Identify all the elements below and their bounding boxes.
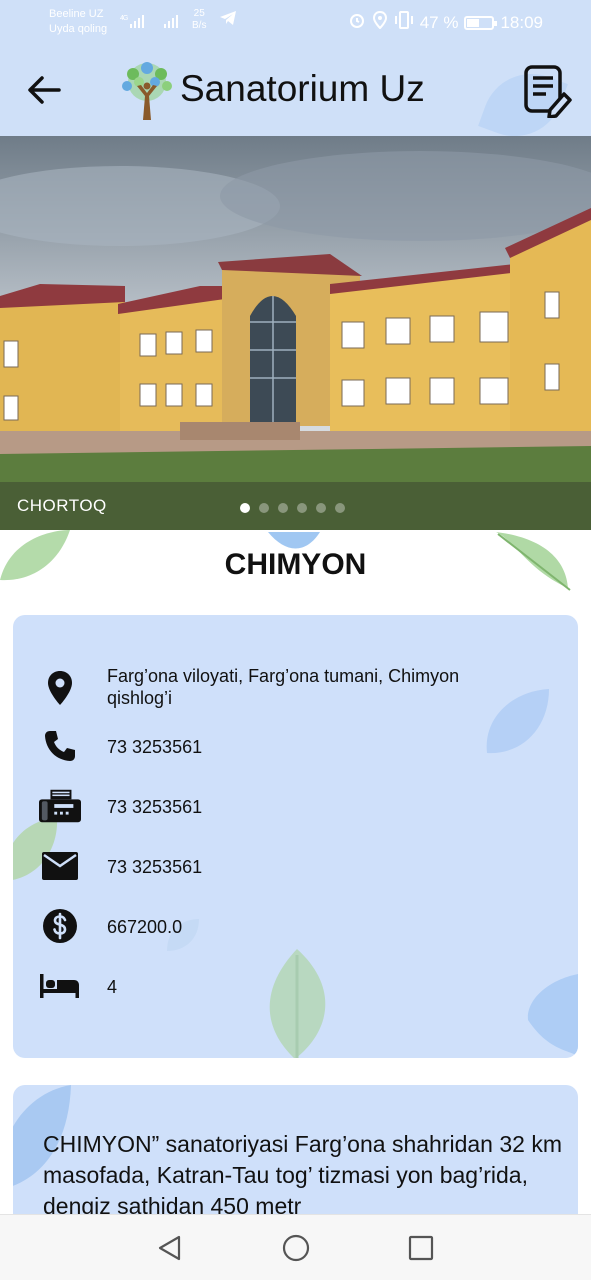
image-carousel[interactable] xyxy=(0,136,591,530)
app-title: Sanatorium Uz xyxy=(180,68,425,109)
status-right: 47 % 18:09 xyxy=(348,10,543,34)
system-nav-bar xyxy=(0,1214,591,1280)
signal-icon: 4G xyxy=(120,13,148,32)
email-text: 73 3253561 xyxy=(107,857,203,877)
notes-edit-icon xyxy=(524,65,572,119)
description-text: CHIMYON” sanatoriyasi Farg’ona shahridan… xyxy=(43,1131,562,1219)
battery-percent: 47 % xyxy=(419,12,459,32)
net-type: 4G xyxy=(120,15,128,22)
carousel-indicator xyxy=(240,503,345,513)
leaf-decoration xyxy=(269,949,326,1058)
sanatorium-name: CHIMYON xyxy=(224,548,367,581)
alarm-icon xyxy=(348,11,366,34)
net-speed: 25 B/s xyxy=(192,8,206,32)
location-icon xyxy=(372,10,388,34)
fax-text: 73 3253561 xyxy=(107,797,203,817)
leaf-decoration xyxy=(527,974,578,1056)
notes-button[interactable] xyxy=(520,62,572,119)
carrier-info: Beeline UZ Uyda qoling xyxy=(49,7,107,37)
battery-icon xyxy=(464,15,498,30)
telegram-icon xyxy=(219,10,237,31)
nav-home-icon[interactable] xyxy=(281,1233,311,1263)
price-text: 667200.0 xyxy=(107,917,183,937)
sanatorium-photo xyxy=(0,136,591,530)
carrier-name: Beeline UZ xyxy=(49,8,104,20)
back-button[interactable] xyxy=(22,68,66,112)
carousel-dot[interactable] xyxy=(335,503,345,513)
nav-recents-icon[interactable] xyxy=(406,1233,436,1263)
carousel-dot[interactable] xyxy=(316,503,326,513)
carousel-dot[interactable] xyxy=(259,503,269,513)
signal-icon-2 xyxy=(162,13,182,32)
bed-icon xyxy=(39,965,81,1007)
fax-icon xyxy=(39,785,81,827)
speed-unit: B/s xyxy=(192,20,207,31)
address-text: Farg’ona viloyati, Farg’ona tumani, Chim… xyxy=(107,666,460,708)
carousel-caption: CHORTOQ xyxy=(17,496,107,515)
location-pin-icon xyxy=(39,667,81,709)
phone-text: 73 3253561 xyxy=(107,737,203,757)
carousel-dot[interactable] xyxy=(240,503,250,513)
beds-text: 4 xyxy=(107,977,118,997)
carrier-sub: Uyda qoling xyxy=(49,23,108,35)
vibrate-icon xyxy=(394,11,414,34)
mail-icon xyxy=(39,845,81,887)
app-logo xyxy=(117,60,177,122)
dollar-icon xyxy=(39,905,81,947)
info-card: Farg’ona viloyati, Farg’ona tumani, Chim… xyxy=(13,615,578,1058)
phone-icon xyxy=(39,725,81,767)
carousel-dot[interactable] xyxy=(278,503,288,513)
clock: 18:09 xyxy=(500,12,543,32)
app-header: Beeline UZ Uyda qoling 4G 25 B/s 47 % 18… xyxy=(0,0,591,136)
status-bar: Beeline UZ Uyda qoling 4G 25 B/s 47 % 18… xyxy=(0,0,591,44)
speed-value: 25 xyxy=(193,8,205,19)
nav-back-icon[interactable] xyxy=(155,1233,185,1263)
arrow-left-icon xyxy=(28,76,61,104)
carousel-dot[interactable] xyxy=(297,503,307,513)
